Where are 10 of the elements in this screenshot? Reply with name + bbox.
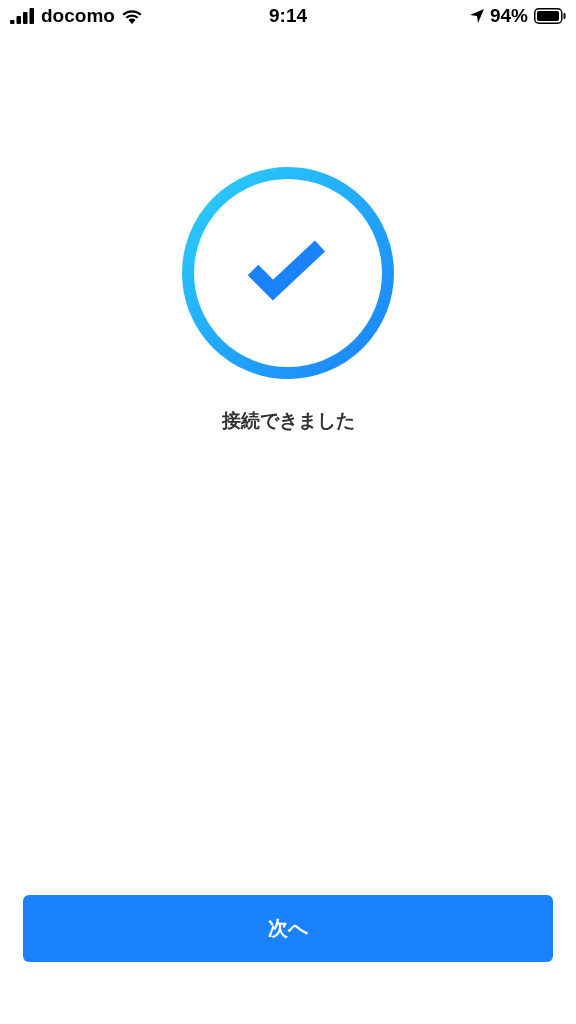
battery-icon: [534, 8, 566, 24]
wifi-icon: [120, 8, 143, 24]
next-button[interactable]: 次へ: [23, 895, 553, 962]
location-arrow-icon: [469, 9, 484, 23]
signal-icon: [10, 8, 35, 24]
success-check-icon: [181, 166, 395, 380]
carrier-name: docomo: [41, 5, 115, 27]
success-message: 接続できました: [221, 408, 355, 433]
clock-time: 9:14: [269, 5, 307, 27]
battery-percent: 94%: [489, 5, 528, 27]
